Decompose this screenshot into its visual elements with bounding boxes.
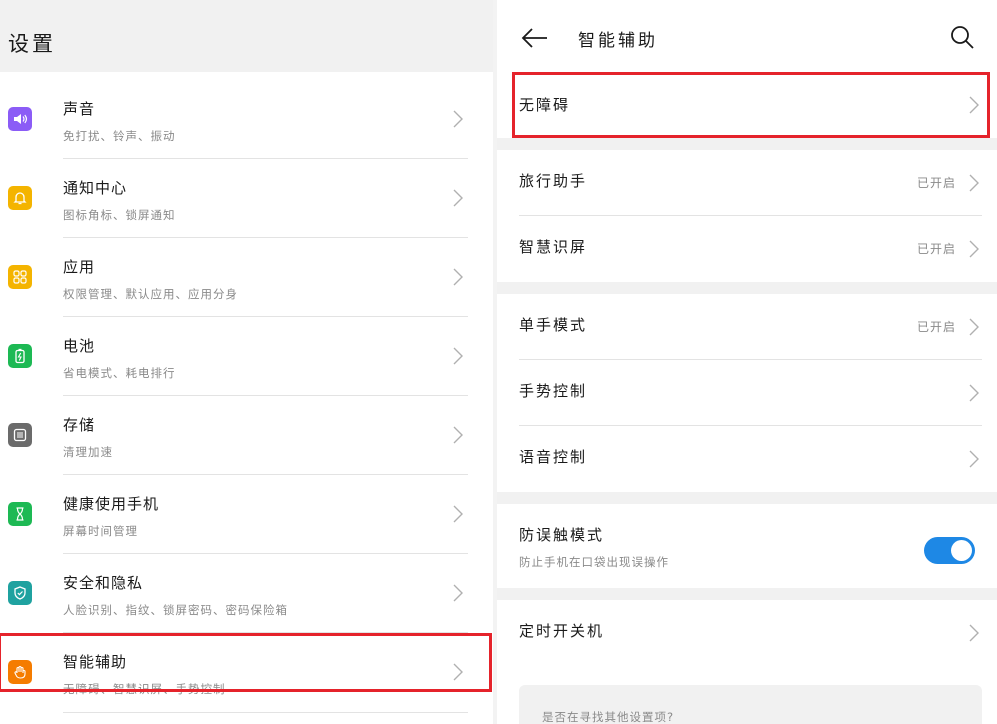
chevron-right-icon — [969, 240, 979, 258]
gesture-control-item[interactable]: 手势控制 — [497, 360, 997, 426]
settings-item-title: 通知中心 — [63, 179, 128, 197]
item-label: 定时开关机 — [519, 622, 605, 640]
other-settings-hint[interactable]: 是否在寻找其他设置项? — [519, 685, 982, 724]
settings-item-subtitle: 图标角标、锁屏通知 — [63, 208, 176, 222]
settings-item-subtitle: 屏幕时间管理 — [63, 524, 138, 538]
item-label: 语音控制 — [519, 448, 588, 466]
settings-item-title: 智能辅助 — [63, 653, 128, 671]
chevron-right-icon — [453, 663, 463, 681]
chevron-right-icon — [453, 189, 463, 207]
page-title: 设置 — [8, 32, 56, 56]
section-separator — [497, 588, 997, 600]
settings-header: 设置 — [0, 0, 493, 72]
settings-item-subtitle: 免打扰、铃声、振动 — [63, 129, 176, 143]
hand-icon — [8, 660, 32, 684]
settings-item-sound[interactable]: 声音 免打扰、铃声、振动 — [0, 80, 493, 159]
chevron-right-icon — [453, 347, 463, 365]
settings-item-subtitle: 无障碍、智慧识屏、手势控制 — [63, 682, 226, 696]
chevron-right-icon — [969, 318, 979, 336]
toggle-knob — [951, 540, 972, 561]
status-text: 已开启 — [916, 176, 956, 190]
hourglass-icon — [8, 502, 32, 526]
chevron-right-icon — [969, 96, 979, 114]
travel-assistant-item[interactable]: 旅行助手 已开启 — [497, 150, 997, 216]
settings-item-digital-balance[interactable]: 健康使用手机 屏幕时间管理 — [0, 475, 493, 554]
settings-item-smart-assist[interactable]: 智能辅助 无障碍、智慧识屏、手势控制 — [0, 633, 493, 712]
item-label: 防误触模式 — [519, 526, 605, 544]
settings-item-apps[interactable]: 应用 权限管理、默认应用、应用分身 — [0, 238, 493, 317]
settings-item-subtitle: 清理加速 — [63, 445, 113, 459]
accessibility-item[interactable]: 无障碍 — [497, 72, 997, 138]
settings-item-subtitle: 省电模式、耗电排行 — [63, 366, 176, 380]
item-label: 单手模式 — [519, 316, 588, 334]
bell-icon — [8, 186, 32, 210]
item-label: 智慧识屏 — [519, 238, 588, 256]
section-separator — [497, 138, 997, 150]
settings-item-subtitle: 人脸识别、指纹、锁屏密码、密码保险箱 — [63, 603, 288, 617]
back-arrow-icon[interactable] — [520, 26, 550, 50]
chevron-right-icon — [969, 384, 979, 402]
item-label: 无障碍 — [519, 96, 571, 114]
settings-item-storage[interactable]: 存储 清理加速 — [0, 396, 493, 475]
hint-text: 是否在寻找其他设置项? — [542, 710, 675, 724]
settings-item-title: 存储 — [63, 416, 96, 434]
pocket-mode-toggle[interactable] — [924, 537, 975, 564]
chevron-right-icon — [969, 624, 979, 642]
chevron-right-icon — [453, 110, 463, 128]
settings-item-battery[interactable]: 电池 省电模式、耗电排行 — [0, 317, 493, 396]
item-label: 手势控制 — [519, 382, 588, 400]
apps-grid-icon — [8, 265, 32, 289]
status-text: 已开启 — [916, 242, 956, 256]
smart-screen-recognition-item[interactable]: 智慧识屏 已开启 — [497, 216, 997, 282]
settings-item-notification[interactable]: 通知中心 图标角标、锁屏通知 — [0, 159, 493, 238]
storage-icon — [8, 423, 32, 447]
battery-icon — [8, 344, 32, 368]
settings-item-subtitle: 权限管理、默认应用、应用分身 — [63, 287, 238, 301]
section-separator — [497, 282, 997, 294]
settings-item-security[interactable]: 安全和隐私 人脸识别、指纹、锁屏密码、密码保险箱 — [0, 554, 493, 633]
pocket-mode-item: 防误触模式 防止手机在口袋出现误操作 — [497, 504, 997, 588]
settings-item-title: 安全和隐私 — [63, 574, 144, 592]
item-label: 旅行助手 — [519, 172, 588, 190]
settings-item-title: 应用 — [63, 258, 96, 276]
divider — [63, 712, 468, 713]
sound-icon — [8, 107, 32, 131]
status-text: 已开启 — [916, 320, 956, 334]
search-icon[interactable] — [949, 24, 975, 50]
smart-assist-pane: 智能辅助 无障碍 旅行助手 已开启 智慧识屏 已开启 单手模式 已开启 手势控制… — [497, 0, 997, 724]
chevron-right-icon — [453, 584, 463, 602]
settings-item-title: 电池 — [63, 337, 96, 355]
chevron-right-icon — [453, 505, 463, 523]
voice-control-item[interactable]: 语音控制 — [497, 426, 997, 492]
scheduled-power-item[interactable]: 定时开关机 — [497, 600, 997, 666]
chevron-right-icon — [969, 174, 979, 192]
settings-item-title: 声音 — [63, 100, 96, 118]
page-title: 智能辅助 — [578, 31, 658, 51]
chevron-right-icon — [969, 450, 979, 468]
smart-assist-header: 智能辅助 — [497, 0, 997, 72]
chevron-right-icon — [453, 426, 463, 444]
chevron-right-icon — [453, 268, 463, 286]
item-subtitle: 防止手机在口袋出现误操作 — [519, 555, 669, 569]
section-separator — [497, 492, 997, 504]
settings-pane: 设置 声音 免打扰、铃声、振动 通知中心 图标角标、锁屏通知 应用 权限管理、默… — [0, 0, 493, 724]
settings-item-title: 健康使用手机 — [63, 495, 160, 513]
screen: 设置 声音 免打扰、铃声、振动 通知中心 图标角标、锁屏通知 应用 权限管理、默… — [0, 0, 997, 724]
one-hand-mode-item[interactable]: 单手模式 已开启 — [497, 294, 997, 360]
shield-icon — [8, 581, 32, 605]
